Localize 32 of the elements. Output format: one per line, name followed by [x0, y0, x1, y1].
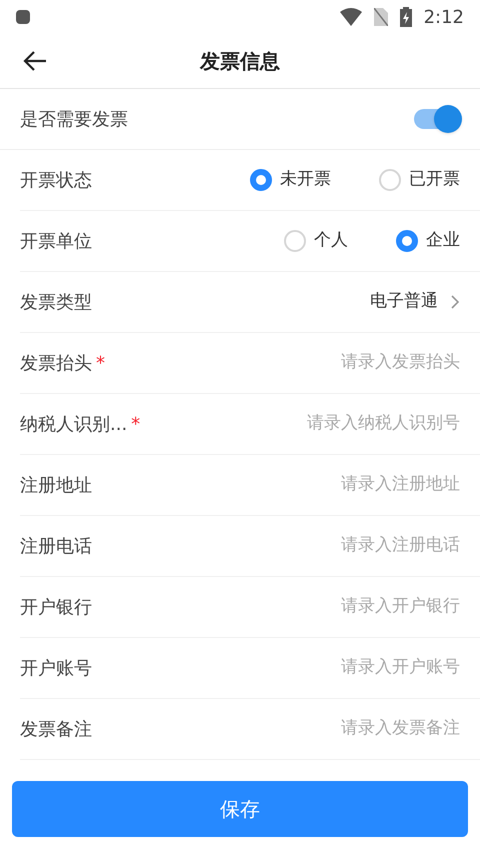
required-mark: * — [96, 352, 105, 376]
field-label: 开户银行 — [20, 596, 92, 620]
field-label: 开户账号 — [20, 656, 92, 680]
battery-icon — [400, 7, 412, 27]
wifi-icon — [340, 8, 362, 26]
field-label: 开票单位 — [20, 230, 92, 254]
input-field[interactable]: 请录入纳税人识别号 — [260, 411, 460, 437]
input-field[interactable]: 请录入注册地址 — [260, 472, 460, 498]
input-field[interactable]: 请录入开户账号 — [260, 655, 460, 681]
required-mark: * — [131, 412, 140, 436]
select-value[interactable]: 电子普通 — [370, 289, 460, 315]
input-field[interactable]: 请录入发票备注 — [260, 716, 460, 742]
field-label: 发票备注 — [20, 718, 92, 742]
field-label: 是否需要发票 — [20, 108, 128, 132]
radio-option[interactable]: 已开票 — [379, 167, 460, 193]
field-label: 注册地址 — [20, 474, 92, 498]
radio-option[interactable]: 企业 — [396, 228, 460, 254]
status-time: 2:12 — [424, 6, 464, 30]
field-label: 开票状态 — [20, 168, 92, 192]
input-field[interactable]: 请录入注册电话 — [260, 533, 460, 559]
chevron-icon — [450, 294, 460, 310]
field-label: 纳税人识别... — [20, 412, 128, 436]
field-label: 注册电话 — [20, 534, 92, 558]
page-title: 发票信息 — [200, 48, 280, 75]
app-icon — [16, 10, 30, 24]
no-sim-icon — [374, 8, 388, 26]
field-label: 发票类型 — [20, 290, 92, 314]
input-field[interactable]: 请录入开户银行 — [260, 594, 460, 620]
field-label: 发票抬头 — [20, 352, 92, 376]
radio-option[interactable]: 未开票 — [250, 167, 331, 193]
radio-option[interactable]: 个人 — [284, 228, 348, 254]
input-field[interactable]: 请录入发票抬头 — [260, 350, 460, 376]
